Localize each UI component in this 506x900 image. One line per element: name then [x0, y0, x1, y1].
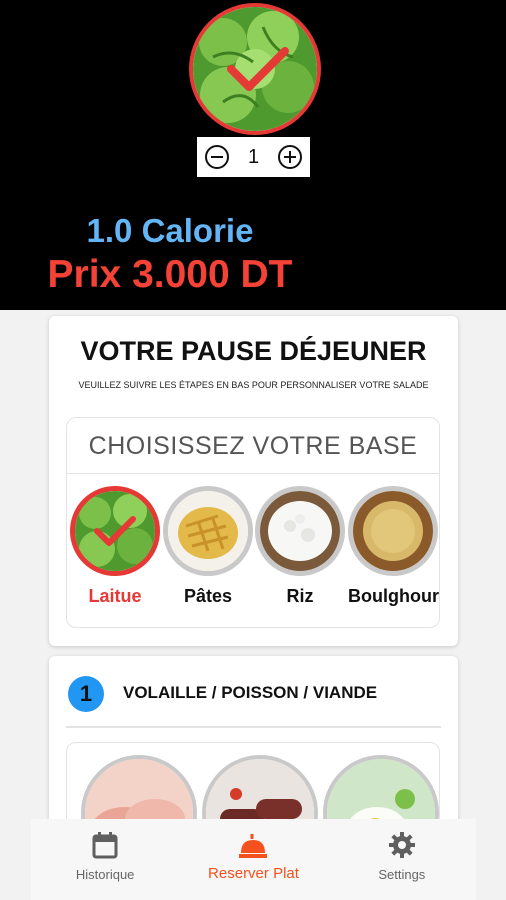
decrease-quantity-button[interactable]: [205, 145, 229, 169]
nav-label: Historique: [75, 867, 135, 882]
price-label: Prix 3.000 DT: [47, 253, 293, 296]
base-choice-panel: CHOISISSEZ VOTRE BASE Laitue Pâtes Riz B…: [66, 417, 440, 628]
rice-image: [255, 486, 345, 576]
lettuce-image: [70, 486, 160, 576]
nav-item-reserver-plat[interactable]: Reserver Plat: [179, 819, 327, 900]
nav-label: Reserver Plat: [208, 865, 299, 882]
base-option-boulghour[interactable]: Boulghour: [348, 486, 439, 607]
base-heading: CHOISISSEZ VOTRE BASE: [88, 432, 418, 460]
page-subtitle: VEUILLEZ SUIVRE LES ÉTAPES EN BAS POUR P…: [78, 380, 429, 390]
selected-base-image: [189, 3, 321, 135]
pasta-image: [163, 486, 253, 576]
base-option-pates[interactable]: Pâtes: [163, 486, 253, 607]
nav-label: Settings: [378, 867, 426, 882]
page-title: VOTRE PAUSE DÉJEUNER: [80, 336, 427, 366]
divider: [66, 726, 441, 728]
base-option-riz[interactable]: Riz: [255, 486, 345, 607]
bulgur-image: [348, 486, 438, 576]
base-option-label: Laitue: [88, 586, 142, 606]
base-option-label: Boulghour: [348, 586, 439, 606]
quantity-stepper: 1: [197, 137, 310, 177]
bottom-nav: Historique Reserver Plat Settings: [31, 819, 476, 900]
base-option-laitue[interactable]: Laitue: [70, 486, 160, 607]
top-header: 1 1.0 Calorie Prix 3.000 DT: [0, 0, 506, 310]
step-title: VOLAILLE / POISSON / VIANDE: [123, 683, 378, 702]
calendar-icon: [92, 831, 118, 861]
base-selection-card: VOTRE PAUSE DÉJEUNER VEUILLEZ SUIVRE LES…: [49, 316, 458, 646]
nav-item-historique[interactable]: Historique: [31, 819, 179, 900]
gear-icon: [388, 831, 416, 861]
base-option-label: Pâtes: [183, 586, 233, 606]
lettuce-check-icon: [193, 7, 317, 131]
divider: [67, 473, 439, 474]
food-tray-icon: [238, 831, 268, 861]
base-option-label: Riz: [286, 586, 314, 606]
quantity-value: 1: [247, 145, 260, 168]
calorie-label: 1.0 Calorie: [86, 212, 254, 249]
step-number-badge: 1: [68, 676, 104, 712]
increase-quantity-button[interactable]: [278, 145, 302, 169]
nav-item-settings[interactable]: Settings: [328, 819, 476, 900]
